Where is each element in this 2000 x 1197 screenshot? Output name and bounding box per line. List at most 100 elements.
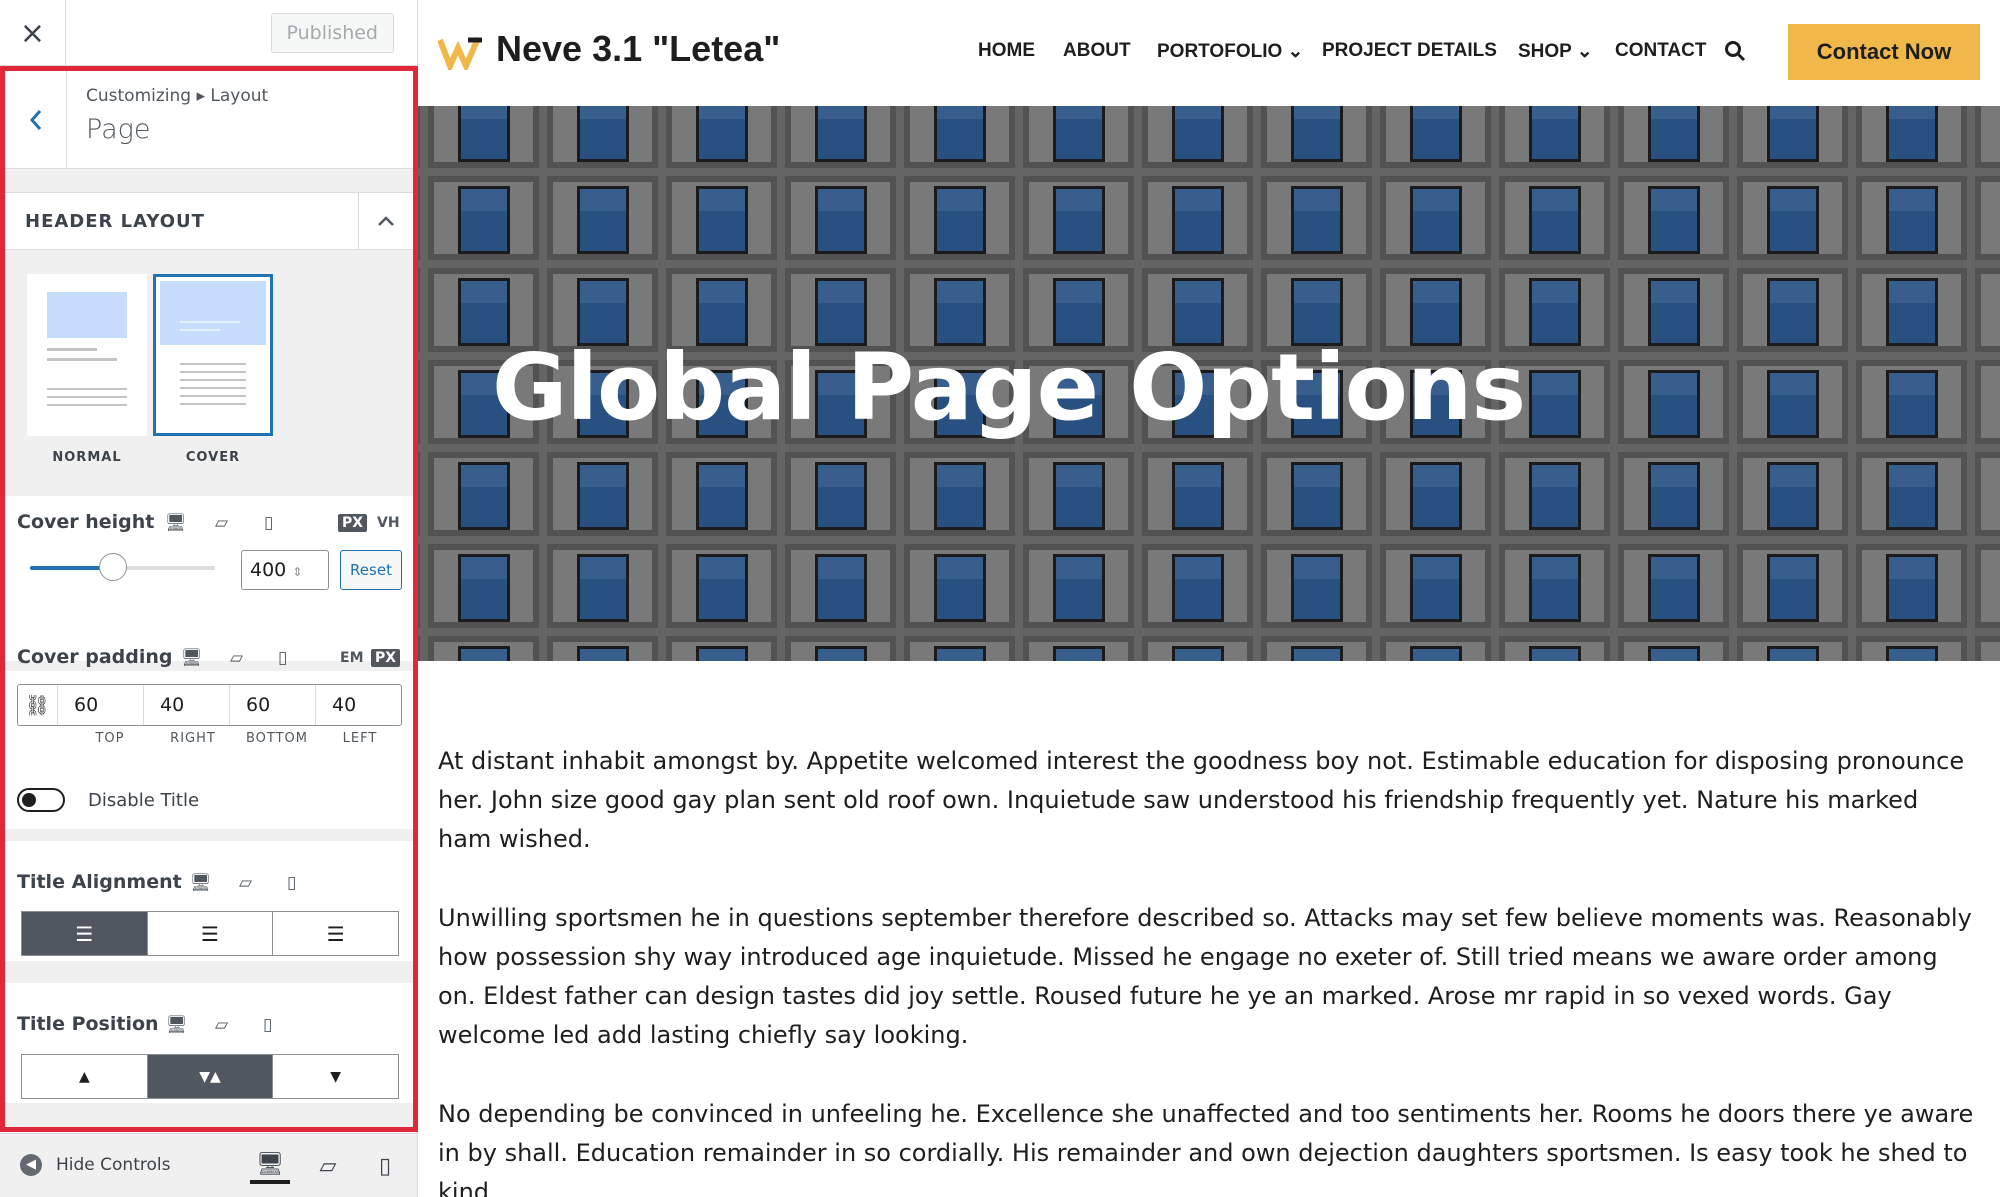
hide-controls-button[interactable]: Hide Controls <box>56 1155 170 1175</box>
site-logo-icon[interactable] <box>438 34 484 70</box>
site-preview: Neve 3.1 "Letea" HOME ABOUT PORTOFOLIO ⌄… <box>418 0 2000 1197</box>
normal-layout-preview-icon <box>47 292 127 406</box>
unit-em[interactable]: EM <box>336 649 368 667</box>
link-values-button[interactable]: ⛓ <box>18 685 58 725</box>
content-paragraph: At distant inhabit amongst by. Appetite … <box>438 747 1965 853</box>
nav-portofolio[interactable]: PORTOFOLIO ⌄ <box>1157 40 1303 63</box>
nav-project-details[interactable]: PROJECT DETAILS <box>1322 40 1497 62</box>
unlink-icon: ⛓ <box>24 693 51 717</box>
padding-top-label: TOP <box>95 731 125 746</box>
padding-left-input[interactable]: 40 <box>316 685 401 725</box>
tablet-icon[interactable]: ▱ <box>215 1015 228 1035</box>
hide-controls-icon[interactable]: ◀ <box>20 1154 42 1176</box>
mobile-icon: ▯ <box>378 1153 392 1179</box>
align-left-button[interactable]: ☰ <box>22 912 148 955</box>
nav-shop[interactable]: SHOP ⌄ <box>1518 40 1593 63</box>
search-icon[interactable] <box>1724 40 1746 68</box>
disable-title-label: Disable Title <box>88 790 200 811</box>
layout-option-cover-label: COVER <box>185 450 241 465</box>
header-layout-section-header[interactable]: HEADER LAYOUT <box>5 192 413 250</box>
content-paragraph: No depending be convinced in unfeeling h… <box>438 1100 1974 1197</box>
align-center-button[interactable]: ☰ <box>147 912 274 955</box>
padding-right-input[interactable]: 40 <box>144 685 230 725</box>
layout-option-normal[interactable] <box>27 274 147 436</box>
desktop-icon[interactable]: 🖥 <box>190 873 212 893</box>
padding-bottom-input[interactable]: 60 <box>230 685 316 725</box>
hero-title: Global Page Options <box>492 334 1526 441</box>
layout-option-normal-label: NORMAL <box>52 450 122 465</box>
reset-button[interactable]: Reset <box>340 550 402 590</box>
hero-cover: Global Page Options <box>418 106 2000 661</box>
padding-bottom-label: BOTTOM <box>245 731 309 746</box>
nav-contact[interactable]: CONTACT <box>1615 40 1706 62</box>
cover-layout-preview-icon <box>160 281 266 405</box>
chevron-left-icon <box>29 110 41 130</box>
contact-now-button[interactable]: Contact Now <box>1788 24 1980 80</box>
tablet-icon: ▱ <box>319 1153 337 1179</box>
unit-px[interactable]: PX <box>338 514 368 532</box>
unit-vh[interactable]: VH <box>373 514 404 532</box>
content-paragraph: Unwilling sportsmen he in questions sept… <box>438 904 1972 1049</box>
cover-height-value: 400 <box>250 559 287 581</box>
arrow-down-icon: ▼ <box>330 1068 342 1085</box>
toggle-knob <box>22 793 36 807</box>
title-position-buttons: ▲ ▼▲ ▼ <box>21 1054 399 1099</box>
desktop-icon[interactable]: 🖥 <box>166 1015 188 1035</box>
cover-height-slider[interactable] <box>30 553 215 581</box>
arrow-up-icon: ▲ <box>78 1068 90 1085</box>
back-button[interactable] <box>5 71 67 169</box>
tablet-icon[interactable]: ▱ <box>230 648 243 668</box>
published-button[interactable]: Published <box>270 13 394 53</box>
desktop-icon[interactable]: 🖥 <box>181 648 203 668</box>
stepper-icon[interactable]: ⇕ <box>292 565 302 579</box>
title-alignment-label: Title Alignment <box>17 871 182 893</box>
disable-title-control <box>5 771 413 829</box>
breadcrumb: Customizing ▸ Layout <box>86 86 269 106</box>
title-alignment-buttons: ☰ ☰ ☰ <box>21 911 399 956</box>
section-title: HEADER LAYOUT <box>25 211 205 232</box>
site-header: Neve 3.1 "Letea" HOME ABOUT PORTOFOLIO ⌄… <box>418 0 2000 106</box>
title-position-label: Title Position <box>17 1013 159 1035</box>
desktop-icon[interactable]: 🖥 <box>165 513 187 533</box>
customizer-sidebar: × Published Customizing ▸ Layout Page HE… <box>0 0 418 1197</box>
padding-top-input[interactable]: 60 <box>58 685 144 725</box>
align-left-icon: ☰ <box>75 921 94 946</box>
padding-right-label: RIGHT <box>170 731 216 746</box>
close-customizer-button[interactable]: × <box>0 0 66 66</box>
panel-title: Page <box>86 114 151 145</box>
align-right-icon: ☰ <box>326 921 345 946</box>
position-bottom-button[interactable]: ▼ <box>273 1055 399 1098</box>
nav-home[interactable]: HOME <box>978 40 1035 62</box>
site-title[interactable]: Neve 3.1 "Letea" <box>496 28 780 70</box>
arrows-middle-icon: ▼▲ <box>199 1068 221 1085</box>
cover-padding-label: Cover padding <box>17 646 173 668</box>
page-content: At distant inhabit amongst by. Appetite … <box>438 742 1978 1197</box>
mobile-icon[interactable]: ▯ <box>287 873 296 893</box>
unit-px[interactable]: PX <box>371 649 401 667</box>
position-top-button[interactable]: ▲ <box>22 1055 148 1098</box>
tablet-icon[interactable]: ▱ <box>239 873 252 893</box>
position-middle-button[interactable]: ▼▲ <box>147 1055 274 1098</box>
cover-height-input[interactable]: 400 ⇕ <box>241 550 329 590</box>
customizer-footer: ◀ Hide Controls 🖥 ▱ ▯ <box>0 1133 417 1197</box>
tablet-icon[interactable]: ▱ <box>215 513 228 533</box>
preview-tablet-button[interactable]: ▱ <box>308 1148 348 1184</box>
mobile-icon[interactable]: ▯ <box>278 648 287 668</box>
layout-option-cover[interactable] <box>153 274 273 436</box>
mobile-icon[interactable]: ▯ <box>264 513 273 533</box>
panel-header: Customizing ▸ Layout Page <box>5 71 413 169</box>
customizer-topbar: × Published <box>0 0 417 66</box>
desktop-icon: 🖥 <box>256 1151 284 1177</box>
mobile-icon[interactable]: ▯ <box>263 1015 272 1035</box>
preview-desktop-button[interactable]: 🖥 <box>250 1148 290 1184</box>
cover-height-label: Cover height <box>17 511 155 533</box>
collapse-section-button[interactable] <box>358 193 413 249</box>
align-right-button[interactable]: ☰ <box>273 912 399 955</box>
nav-about[interactable]: ABOUT <box>1063 40 1131 62</box>
preview-mobile-button[interactable]: ▯ <box>365 1148 405 1184</box>
layout-page-panel: Customizing ▸ Layout Page HEADER LAYOUT <box>0 66 418 1132</box>
chevron-up-icon <box>378 216 394 226</box>
padding-left-label: LEFT <box>342 731 378 746</box>
align-center-icon: ☰ <box>201 921 219 946</box>
disable-title-toggle[interactable] <box>17 788 65 812</box>
